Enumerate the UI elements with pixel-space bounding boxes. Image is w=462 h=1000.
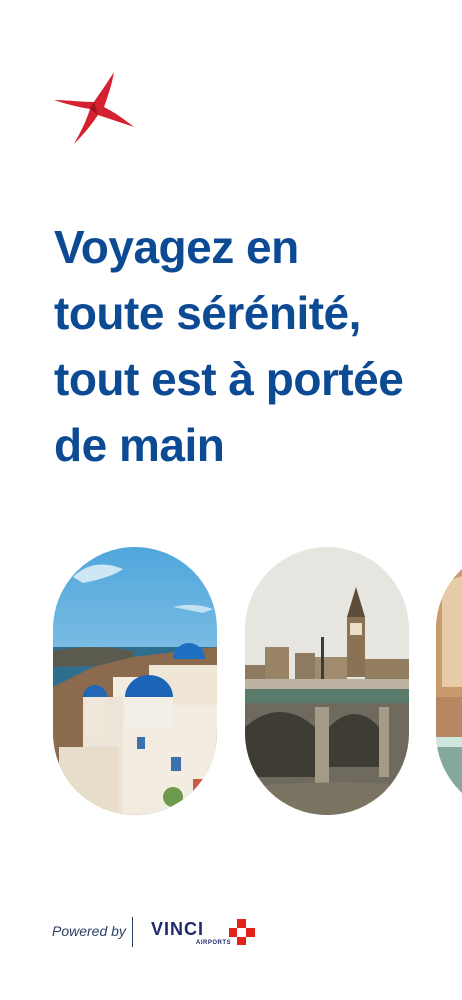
destination-card-london[interactable] [245,547,409,815]
destination-card-santorini[interactable] [53,547,217,815]
airports-wordmark: AIRPORTS [196,940,232,946]
star-logo-icon [54,72,134,144]
destination-carousel[interactable] [0,547,462,815]
london-big-ben-photo [245,547,409,815]
headline-line-3: tout est à portée [54,353,404,405]
santorini-photo [53,547,217,815]
moroccan-architecture-photo [436,547,462,815]
footer-divider [132,917,133,947]
vinci-cross-icon [229,919,255,945]
app-logo [52,70,136,146]
powered-by-label: Powered by [52,923,126,939]
vinci-airports-logo: VINCI AIRPORTS [151,919,263,949]
vinci-wordmark: VINCI [151,919,205,939]
headline-line-2: toute sérénité, [54,287,361,339]
powered-by-footer: Powered by VINCI AIRPORTS [52,915,312,949]
headline-line-4: de main [54,419,225,471]
hero-headline: Voyagez en toute sérénité, tout est à po… [54,214,454,478]
headline-line-1: Voyagez en [54,221,299,273]
destination-card-morocco[interactable] [436,547,462,815]
